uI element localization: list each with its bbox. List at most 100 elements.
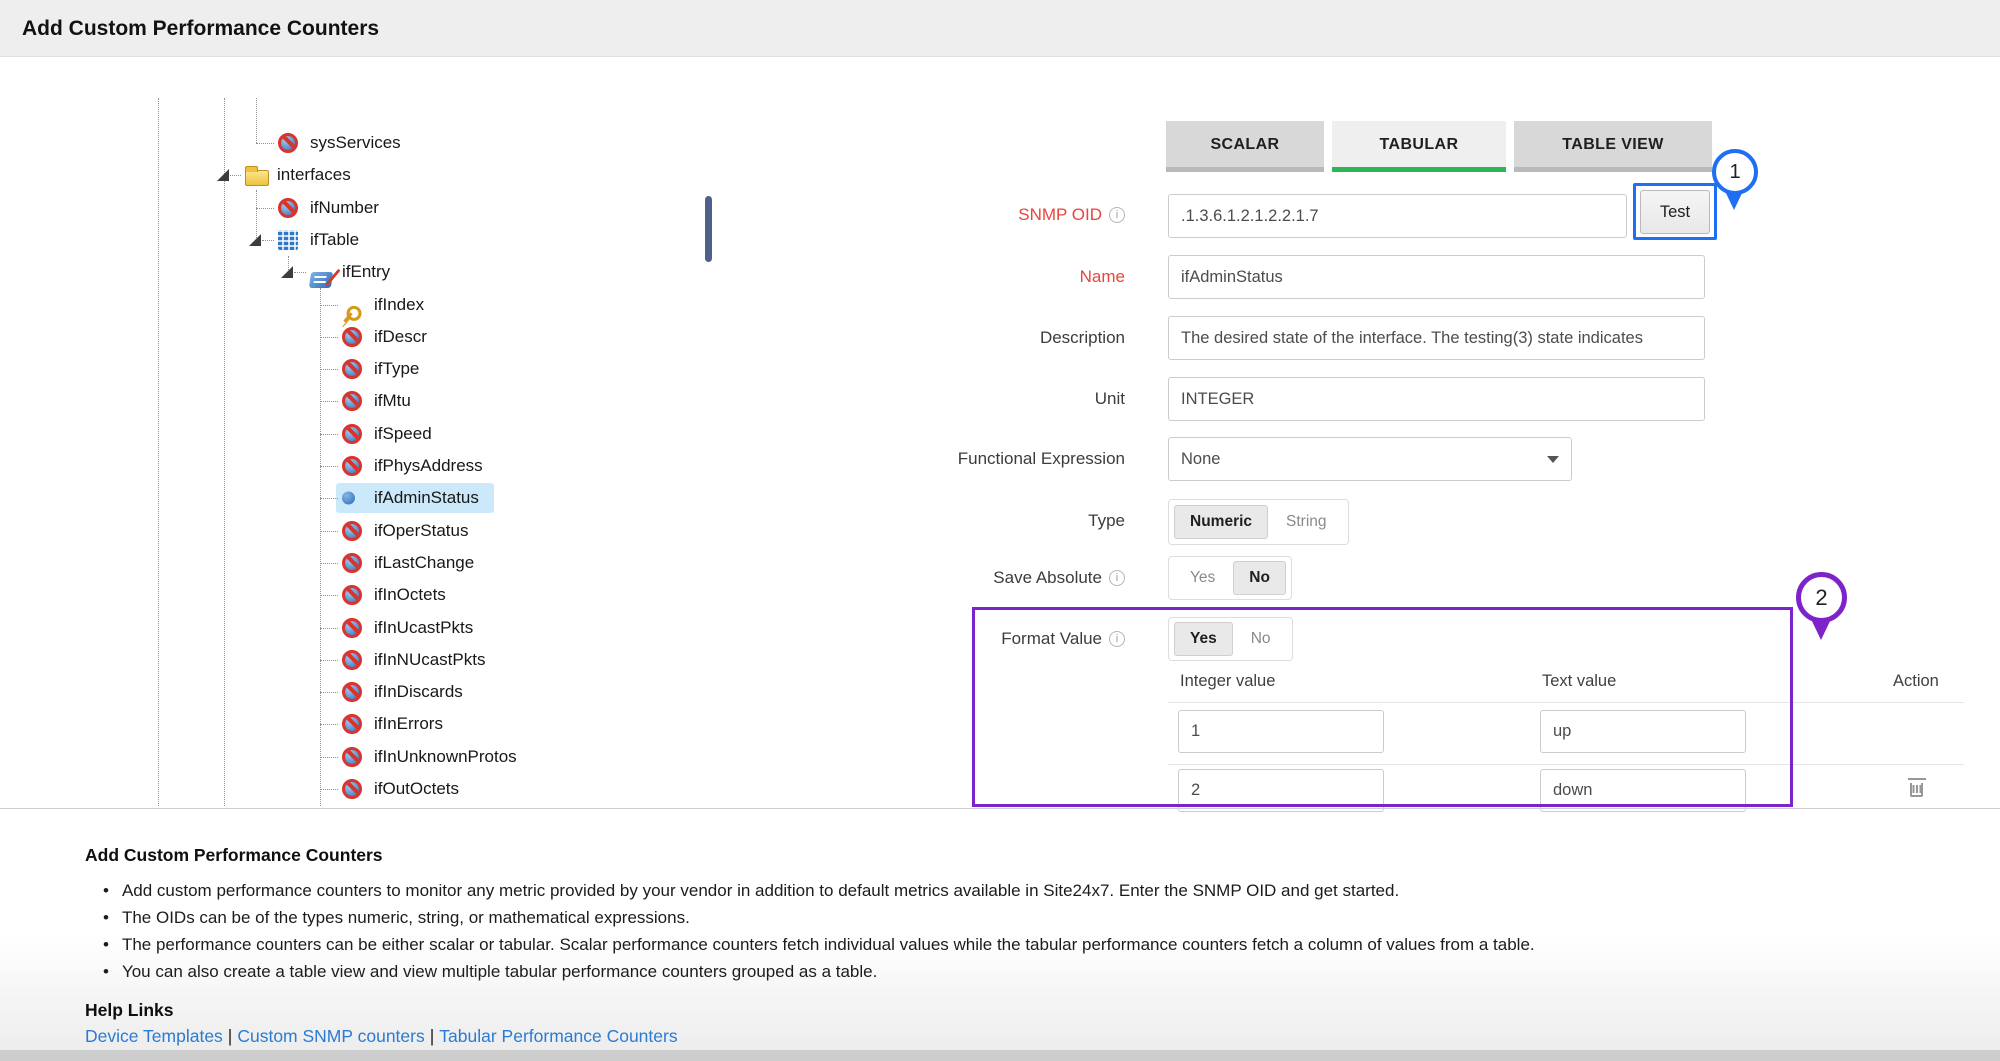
tree-item-ifInDiscards[interactable]: ifInDiscards [0,676,660,708]
expand-arrow-icon[interactable] [281,266,293,278]
tree-item-label: sysServices [310,133,401,153]
bottom-bar [0,1050,2000,1061]
no-access-icon [342,714,362,734]
tree-item-ifPhysAddress[interactable]: ifPhysAddress [0,450,660,482]
no-access-icon [278,198,298,218]
format-value-toggle[interactable]: YesNo [1168,617,1293,661]
text-value-column-header: Text value [1542,672,1616,691]
no-access-icon [342,424,362,444]
help-link-tabular-performance-counters[interactable]: Tabular Performance Counters [439,1026,677,1046]
save-absolute-label: Save Absolute [700,568,1125,588]
tree-item-label: ifSpeed [374,424,432,444]
tree-item-label: ifInErrors [374,714,443,734]
tree-item-ifType[interactable]: ifType [0,353,660,385]
selected-dot-icon [342,492,355,505]
tab-tabular[interactable]: TABULAR [1332,121,1506,172]
tree-connector [256,143,274,144]
tree-item-label: ifMtu [374,391,411,411]
text-value-input[interactable] [1540,710,1746,753]
no-access-icon [342,618,362,638]
tree-item-ifMtu[interactable]: ifMtu [0,385,660,417]
info-icon [1109,570,1125,586]
tree-connector [320,595,338,596]
info-section-title: Add Custom Performance Counters [85,845,383,866]
tree-item-ifInErrors[interactable]: ifInErrors [0,708,660,740]
save-absolute-toggle-option-yes[interactable]: Yes [1174,561,1231,595]
tree-connector [256,208,274,209]
tree-item-label: ifIndex [374,295,424,315]
folder-icon [245,170,269,186]
save-absolute-toggle[interactable]: YesNo [1168,556,1292,600]
tree-item-ifSpeed[interactable]: ifSpeed [0,418,660,450]
unit-input[interactable] [1168,377,1705,421]
snmp-oid-input[interactable] [1168,194,1627,238]
description-input[interactable] [1168,316,1705,360]
tree-item-sysServices[interactable]: sysServices [0,127,660,159]
tab-table-view[interactable]: TABLE VIEW [1514,121,1712,172]
tree-item-ifInNUcastPkts[interactable]: ifInNUcastPkts [0,644,660,676]
unit-label: Unit [700,389,1125,409]
tree-item-label: ifType [374,359,419,379]
integer-value-input[interactable] [1178,769,1384,812]
info-icon [1109,207,1125,223]
save-absolute-toggle-option-no[interactable]: No [1233,561,1286,595]
link-separator: | [228,1026,233,1046]
tree-item-ifDescr[interactable]: ifDescr [0,321,660,353]
tree-item-ifLastChange[interactable]: ifLastChange [0,547,660,579]
tree-connector [320,692,338,693]
help-link-custom-snmp-counters[interactable]: Custom SNMP counters [237,1026,424,1046]
format-value-toggle-option-yes[interactable]: Yes [1174,622,1233,656]
functional-expression-label: Functional Expression [700,449,1125,469]
tree-connector [320,531,338,532]
type-toggle-option-string[interactable]: String [1270,505,1343,539]
tree-connector [320,369,338,370]
tree-item-ifInOctets[interactable]: ifInOctets [0,579,660,611]
tree-item-label: ifInUcastPkts [374,618,473,638]
no-access-icon [278,133,298,153]
tree-item-label: ifDescr [374,327,427,347]
functional-expression-select[interactable]: None [1168,437,1572,481]
help-link-device-templates[interactable]: Device Templates [85,1026,223,1046]
page-header: Add Custom Performance Counters [0,0,2000,57]
tree-connector [320,305,338,306]
tree-item-ifAdminStatus[interactable]: ifAdminStatus [0,482,660,514]
chevron-down-icon [1547,456,1559,469]
type-toggle-option-numeric[interactable]: Numeric [1174,505,1268,539]
tree-connector [320,757,338,758]
page-title: Add Custom Performance Counters [22,0,379,57]
name-input[interactable] [1168,255,1705,299]
tree-item-label: ifInUnknownProtos [374,747,517,767]
type-toggle[interactable]: NumericString [1168,499,1349,545]
action-column-header: Action [1893,672,1939,691]
table-separator [1168,764,1964,765]
no-access-icon [342,327,362,347]
tree-item-label: ifInNUcastPkts [374,650,485,670]
tree-item-ifOutOctets[interactable]: ifOutOctets [0,773,660,805]
tab-bar: SCALARTABULARTABLE VIEW [1166,121,1712,172]
trash-icon[interactable] [1910,783,1923,797]
test-button[interactable]: Test [1640,190,1710,234]
tree-item-interfaces[interactable]: interfaces [0,159,660,191]
tree-connector [230,175,241,176]
tree-item-ifInUcastPkts[interactable]: ifInUcastPkts [0,612,660,644]
callout-2-badge: 2 [1796,572,1847,623]
text-value-input[interactable] [1540,769,1746,812]
tab-scalar[interactable]: SCALAR [1166,121,1324,172]
expand-arrow-icon[interactable] [249,234,261,246]
tree-connector [320,401,338,402]
tree-item-ifTable[interactable]: ifTable [0,224,660,256]
integer-value-input[interactable] [1178,710,1384,753]
tree-item-ifIndex[interactable]: ifIndex [0,289,660,321]
tree-item-ifOperStatus[interactable]: ifOperStatus [0,515,660,547]
tree-item-ifEntry[interactable]: ifEntry [0,256,660,288]
tree-item-ifNumber[interactable]: ifNumber [0,192,660,224]
expand-arrow-icon[interactable] [217,169,229,181]
no-access-icon [342,456,362,476]
tree-connector [320,466,338,467]
format-value-toggle-option-no[interactable]: No [1235,622,1287,656]
info-bullet: •You can also create a table view and vi… [103,962,1535,981]
tree-item-ifInUnknownProtos[interactable]: ifInUnknownProtos [0,741,660,773]
no-access-icon [342,585,362,605]
snmp-oid-label: SNMP OID [700,205,1125,225]
tree-connector [320,337,338,338]
